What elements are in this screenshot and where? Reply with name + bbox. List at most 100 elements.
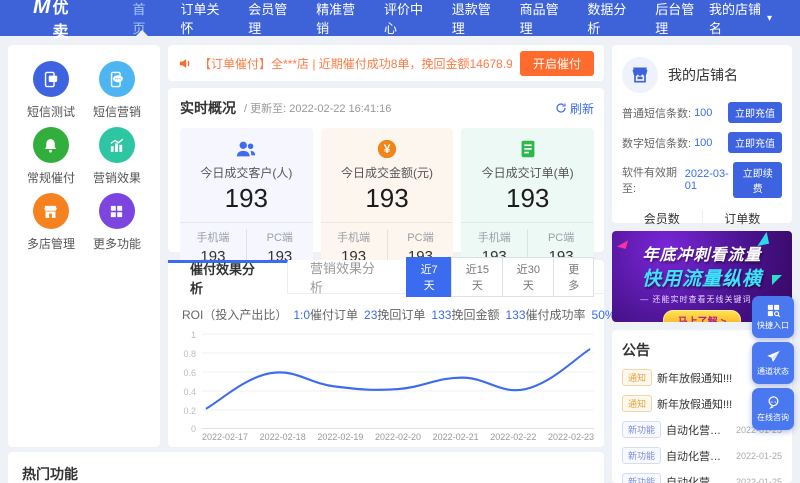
- sidebar-item-more-features[interactable]: 更多功能: [93, 193, 141, 257]
- notice-text: 新年放假通知!!!: [657, 372, 733, 385]
- recharge-button[interactable]: 立即充值: [728, 102, 782, 123]
- notice-date: 2022-01-25: [735, 476, 782, 483]
- logo-m-icon: M: [33, 0, 51, 18]
- stat-value: 193: [224, 183, 269, 213]
- shop-account-name: 我的店铺名: [709, 2, 762, 36]
- shop-name: 我的店铺名: [668, 67, 738, 83]
- floater-label: 在线咨询: [757, 413, 789, 422]
- nav-item-reviews[interactable]: 评价中心: [370, 0, 438, 36]
- shop-info-card: 我的店铺名 普通短信条数: 100 立即充值 数字短信条数: 100 立即充值 软件…: [612, 45, 792, 253]
- metric-success-rate: 催付成功率 50%: [525, 308, 616, 322]
- nav-label: 精准营销: [316, 2, 356, 36]
- headset-icon: [768, 396, 778, 410]
- notice-text: 新年放假通知!!!: [657, 398, 733, 411]
- sidebar-item-label: 常规催付: [26, 171, 75, 185]
- metric-reminder-orders: 催付订单 23: [310, 308, 378, 322]
- range-30d-button[interactable]: 近30天: [502, 256, 555, 297]
- recharge-button[interactable]: 立即充值: [728, 132, 782, 153]
- sidebar-item-marketing-effect[interactable]: 营销效果: [93, 127, 141, 191]
- nav-label: 评价中心: [383, 2, 423, 36]
- nav-item-analytics[interactable]: 数据分析: [573, 0, 641, 36]
- banner-line1: 年底冲刺看流量: [642, 247, 762, 264]
- nav-item-marketing[interactable]: 精准营销: [302, 0, 370, 36]
- floater-label: 快捷入口: [757, 321, 789, 330]
- bell-icon: [32, 127, 69, 163]
- nav-item-home[interactable]: 首页: [119, 0, 167, 36]
- realtime-overview-card: 实时概况 / 更新至: 2022-02-22 16:41:16 刷新 今日成交客…: [168, 88, 604, 273]
- mobile-label: 手机端: [196, 232, 230, 244]
- nav-item-members[interactable]: 会员管理: [234, 0, 302, 36]
- chevron-down-icon: ▾: [766, 12, 772, 24]
- sidebar-item-payment-reminder[interactable]: 常规催付: [27, 127, 75, 191]
- paper-plane-icon: [766, 350, 780, 363]
- online-support-button[interactable]: 在线咨询: [752, 388, 794, 430]
- sidebar-item-sms-marketing[interactable]: 短信营销: [93, 61, 141, 125]
- phone-message-icon: [32, 61, 69, 97]
- stat-label: 今日成交金额(元): [341, 166, 433, 180]
- metric-roi: ROI（投入产出比） 1:0: [182, 308, 311, 322]
- refresh-icon: [556, 103, 566, 113]
- grid-search-icon: [767, 304, 780, 318]
- analysis-tabbar: 催付效果分析 营销效果分析 近7天 近15天 近30天 更多: [168, 256, 604, 297]
- announcement-text: 【订单催付】全***店 | 近期催付成功8单，挽回金额14678.94元，催付成…: [199, 56, 512, 71]
- refresh-label: 刷新: [569, 101, 594, 116]
- digital-sms-balance-row: 数字短信条数: 100 立即充值: [622, 132, 782, 153]
- bar-chart-icon: [98, 127, 135, 163]
- speaker-icon: [179, 58, 190, 68]
- logo-text: 优卖: [52, 0, 70, 41]
- yuan-coin-icon: ¥: [321, 138, 454, 160]
- notice-badge: 通知: [622, 395, 653, 412]
- notice-text: 自动化营销功能上线: [666, 424, 731, 437]
- range-more-button[interactable]: 更多: [553, 256, 595, 297]
- stat-cards: 今日成交客户(人) 193 手机端 193 PC端 193 ¥ 今日成交金额(元) …: [180, 128, 595, 273]
- notice-item[interactable]: 新功能 自动化营销功能上线 2022-01-25: [622, 473, 782, 483]
- channel-status-button[interactable]: 通道状态: [752, 342, 794, 384]
- stat-card-amount: ¥ 今日成交金额(元) 193 手机端193 PC端193: [320, 128, 454, 273]
- learn-more-button[interactable]: 马上了解 >: [662, 310, 742, 322]
- pc-label: PC端: [266, 232, 293, 244]
- banner-line2: 快用流量纵横: [641, 269, 762, 290]
- account-menu[interactable]: 我的店铺名 ▾: [709, 0, 772, 37]
- quick-actions-panel: 短信测试 短信营销 常规催付 营销效果 多店管理 更多功能: [8, 45, 160, 447]
- metrics-row: ROI（投入产出比） 1:0 催付订单 23 挽回订单 133 挽回金额 133 催付成…: [168, 294, 616, 327]
- active-tab-arrow-icon: [136, 30, 149, 36]
- renew-button[interactable]: 立即续费: [733, 162, 782, 198]
- range-15d-button[interactable]: 近15天: [451, 256, 504, 297]
- top-navbar: M 优卖 首页 订单关怀 会员管理 精准营销 评价中心 退款管理 商品管理 数据…: [0, 0, 800, 41]
- nav-item-products[interactable]: 商品管理: [506, 0, 574, 36]
- nav-item-admin[interactable]: 后台管理: [641, 0, 709, 36]
- line-chart: 1 0.8 0.6 0.4 0.2 0 2022-02-17 2022-02-18…: [174, 330, 594, 442]
- hot-features-card: 热门功能: [8, 452, 604, 483]
- app-logo[interactable]: M 优卖: [33, 0, 79, 42]
- notice-text: 自动化营销功能上线: [666, 450, 731, 463]
- quick-entry-button[interactable]: 快捷入口: [752, 296, 794, 338]
- tab-reminder-analysis[interactable]: 催付效果分析: [168, 259, 288, 296]
- sidebar-item-multi-store[interactable]: 多店管理: [27, 193, 75, 257]
- notice-item[interactable]: 新功能 自动化营销功能上线 2022-01-25: [622, 447, 782, 464]
- sidebar-item-label: 营销效果: [92, 171, 141, 185]
- mobile-label: 手机端: [337, 232, 371, 244]
- nav-label: 退款管理: [451, 2, 491, 36]
- notice-badge: 通知: [622, 369, 653, 386]
- tab-marketing-analysis[interactable]: 营销效果分析: [288, 260, 407, 295]
- sidebar-item-label: 短信测试: [26, 105, 75, 119]
- refresh-button[interactable]: 刷新: [555, 100, 594, 117]
- y-axis-labels: 1 0.8 0.6 0.4 0.2 0: [183, 330, 196, 434]
- nav-label: 订单关怀: [180, 2, 220, 36]
- nav-label: 商品管理: [519, 2, 559, 36]
- range-7d-button[interactable]: 近7天: [405, 256, 453, 297]
- metric-recovered-amount: 挽回金额 133: [451, 308, 526, 322]
- x-axis-labels: 2022-02-17 2022-02-18 2022-02-19 2022-02-20…: [202, 432, 594, 442]
- stat-value: 193: [505, 183, 550, 213]
- svg-text:¥: ¥: [384, 142, 391, 156]
- nav-item-order-care[interactable]: 订单关怀: [166, 0, 234, 36]
- store-icon: [622, 57, 658, 93]
- nav-label: 数据分析: [587, 2, 627, 36]
- sidebar-item-sms-test[interactable]: 短信测试: [27, 61, 75, 125]
- order-receipt-icon: [461, 138, 594, 160]
- start-reminder-button[interactable]: 开启催付: [519, 50, 594, 76]
- pc-label: PC端: [547, 232, 575, 244]
- nav-label: 后台管理: [655, 2, 695, 36]
- nav-label: 会员管理: [248, 2, 288, 36]
- nav-item-refunds[interactable]: 退款管理: [438, 0, 506, 36]
